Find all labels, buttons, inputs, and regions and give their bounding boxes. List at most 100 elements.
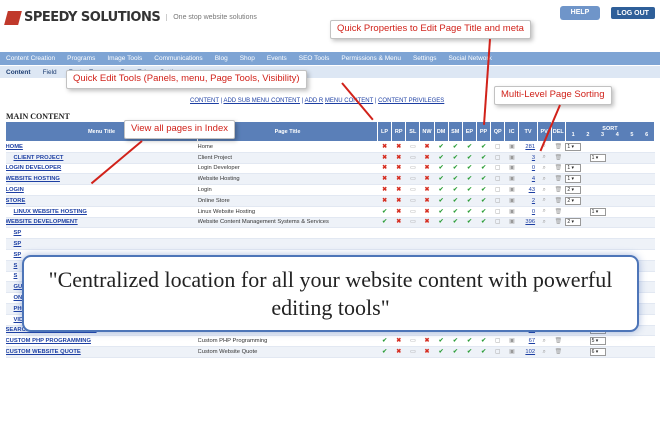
total-views-link[interactable]: 4 — [518, 173, 538, 186]
sl-toggle-icon[interactable]: ▭ — [405, 141, 420, 153]
nw-toggle-icon[interactable]: ✖ — [419, 173, 435, 186]
image-icon[interactable]: ▣ — [504, 195, 519, 207]
sort-select[interactable]: 2 ▾ — [565, 186, 582, 195]
preview-icon[interactable]: ⌕ — [537, 184, 552, 196]
image-icon[interactable]: ▣ — [504, 206, 519, 218]
menu-title-link[interactable]: SP — [5, 227, 198, 240]
delete-icon[interactable]: 🗑 — [551, 206, 566, 218]
nw-toggle-icon[interactable]: ✖ — [419, 141, 435, 153]
lp-toggle-icon[interactable]: ✖ — [377, 163, 392, 175]
delete-icon[interactable]: 🗑 — [551, 346, 566, 358]
primary-nav-item[interactable]: Content Creation — [0, 55, 61, 62]
sl-toggle-icon[interactable]: ▭ — [405, 163, 420, 175]
menu-title-link[interactable]: CLIENT PROJECT — [5, 152, 198, 164]
delete-icon[interactable]: 🗑 — [551, 141, 566, 153]
ep-toggle-icon[interactable]: ✔ — [462, 184, 477, 196]
rp-toggle-icon[interactable]: ✖ — [391, 152, 406, 164]
nw-toggle-icon[interactable]: ✖ — [419, 163, 435, 175]
ep-toggle-icon[interactable]: ✔ — [462, 346, 477, 358]
total-views-link[interactable]: 102 — [518, 346, 538, 358]
sm-toggle-icon[interactable]: ✔ — [448, 346, 463, 358]
link-add-r[interactable]: ADD R — [305, 98, 324, 104]
pp-toggle-icon[interactable]: ✔ — [476, 335, 491, 348]
pp-toggle-icon[interactable]: ✔ — [476, 173, 491, 186]
preview-icon[interactable]: ⌕ — [537, 195, 552, 207]
dm-toggle-icon[interactable]: ✔ — [434, 195, 449, 207]
rp-toggle-icon[interactable]: ✖ — [391, 346, 406, 358]
preview-icon[interactable]: ⌕ — [537, 163, 552, 175]
primary-nav-item[interactable]: Permissions & Menu — [335, 55, 407, 62]
lp-toggle-icon[interactable]: ✔ — [377, 335, 392, 348]
sm-toggle-icon[interactable]: ✔ — [448, 184, 463, 196]
sm-toggle-icon[interactable]: ✔ — [448, 163, 463, 175]
ep-toggle-icon[interactable]: ✔ — [462, 335, 477, 348]
dm-toggle-icon[interactable]: ✔ — [434, 141, 449, 153]
pp-toggle-icon[interactable]: ✔ — [476, 141, 491, 153]
logout-button[interactable]: LOG OUT — [610, 6, 656, 20]
sort-select[interactable]: 1 ▾ — [589, 207, 606, 216]
link-add-sub-menu-content[interactable]: ADD SUB MENU CONTENT — [223, 98, 300, 104]
ep-toggle-icon[interactable]: ✔ — [462, 195, 477, 207]
ep-toggle-icon[interactable]: ✔ — [462, 173, 477, 186]
sort-select[interactable]: 1 ▾ — [589, 153, 606, 162]
nw-toggle-icon[interactable]: ✖ — [419, 152, 435, 164]
rp-toggle-icon[interactable]: ✖ — [391, 141, 406, 153]
total-views-link[interactable]: 0 — [518, 206, 538, 218]
image-icon[interactable]: ▣ — [504, 173, 519, 186]
lp-toggle-icon[interactable]: ✖ — [377, 141, 392, 153]
ep-toggle-icon[interactable]: ✔ — [462, 152, 477, 164]
lp-toggle-icon[interactable]: ✖ — [377, 152, 392, 164]
quick-properties-icon[interactable]: ▢ — [490, 184, 505, 196]
lp-toggle-icon[interactable]: ✖ — [377, 184, 392, 196]
sort-select[interactable]: 2 ▾ — [565, 196, 582, 205]
pp-toggle-icon[interactable]: ✔ — [476, 195, 491, 207]
preview-icon[interactable]: ⌕ — [537, 335, 552, 348]
image-icon[interactable]: ▣ — [504, 163, 519, 175]
preview-icon[interactable]: ⌕ — [537, 173, 552, 186]
total-views-link[interactable] — [518, 238, 538, 250]
lp-toggle-icon[interactable]: ✔ — [377, 346, 392, 358]
delete-icon[interactable]: 🗑 — [551, 184, 566, 196]
sm-toggle-icon[interactable]: ✔ — [448, 152, 463, 164]
dm-toggle-icon[interactable]: ✔ — [434, 173, 449, 186]
total-views-link[interactable]: 2 — [518, 195, 538, 207]
secondary-nav-active[interactable]: Content — [0, 69, 37, 76]
sm-toggle-icon[interactable]: ✔ — [448, 195, 463, 207]
delete-icon[interactable]: 🗑 — [551, 173, 566, 186]
pp-toggle-icon[interactable]: ✔ — [476, 184, 491, 196]
menu-title-link[interactable]: CUSTOM PHP PROGRAMMING — [5, 335, 198, 348]
quick-properties-icon[interactable]: ▢ — [490, 163, 505, 175]
primary-nav-item[interactable]: Settings — [407, 55, 443, 62]
quick-properties-icon[interactable]: ▢ — [490, 141, 505, 153]
total-views-link[interactable]: 281 — [518, 141, 538, 153]
image-icon[interactable]: ▣ — [504, 346, 519, 358]
quick-properties-icon[interactable]: ▢ — [490, 206, 505, 218]
quick-properties-icon[interactable]: ▢ — [490, 152, 505, 164]
sl-toggle-icon[interactable]: ▭ — [405, 184, 420, 196]
preview-icon[interactable]: ⌕ — [537, 206, 552, 218]
dm-toggle-icon[interactable]: ✔ — [434, 346, 449, 358]
quick-properties-icon[interactable]: ▢ — [490, 195, 505, 207]
image-icon[interactable]: ▣ — [504, 217, 519, 229]
sort-select[interactable]: 1 ▾ — [565, 175, 582, 184]
menu-title-link[interactable]: WEBSITE DEVELOPMENT — [5, 217, 198, 229]
rp-toggle-icon[interactable]: ✖ — [391, 206, 406, 218]
dm-toggle-icon[interactable]: ✔ — [434, 217, 449, 229]
rp-toggle-icon[interactable]: ✖ — [391, 163, 406, 175]
help-button[interactable]: HELP — [560, 6, 600, 20]
ep-toggle-icon[interactable]: ✔ — [462, 217, 477, 229]
primary-nav-item[interactable]: Communications — [148, 55, 208, 62]
menu-title-link[interactable]: LINUX WEBSITE HOSTING — [5, 206, 198, 218]
rp-toggle-icon[interactable]: ✖ — [391, 184, 406, 196]
lp-toggle-icon[interactable]: ✖ — [377, 173, 392, 186]
ep-toggle-icon[interactable]: ✔ — [462, 163, 477, 175]
total-views-link[interactable]: 43 — [518, 184, 538, 196]
dm-toggle-icon[interactable]: ✔ — [434, 152, 449, 164]
nw-toggle-icon[interactable]: ✖ — [419, 195, 435, 207]
pp-toggle-icon[interactable]: ✔ — [476, 217, 491, 229]
delete-icon[interactable]: 🗑 — [551, 163, 566, 175]
sm-toggle-icon[interactable]: ✔ — [448, 217, 463, 229]
sort-select[interactable]: 2 ▾ — [565, 218, 582, 227]
ep-toggle-icon[interactable]: ✔ — [462, 206, 477, 218]
sl-toggle-icon[interactable]: ▭ — [405, 206, 420, 218]
